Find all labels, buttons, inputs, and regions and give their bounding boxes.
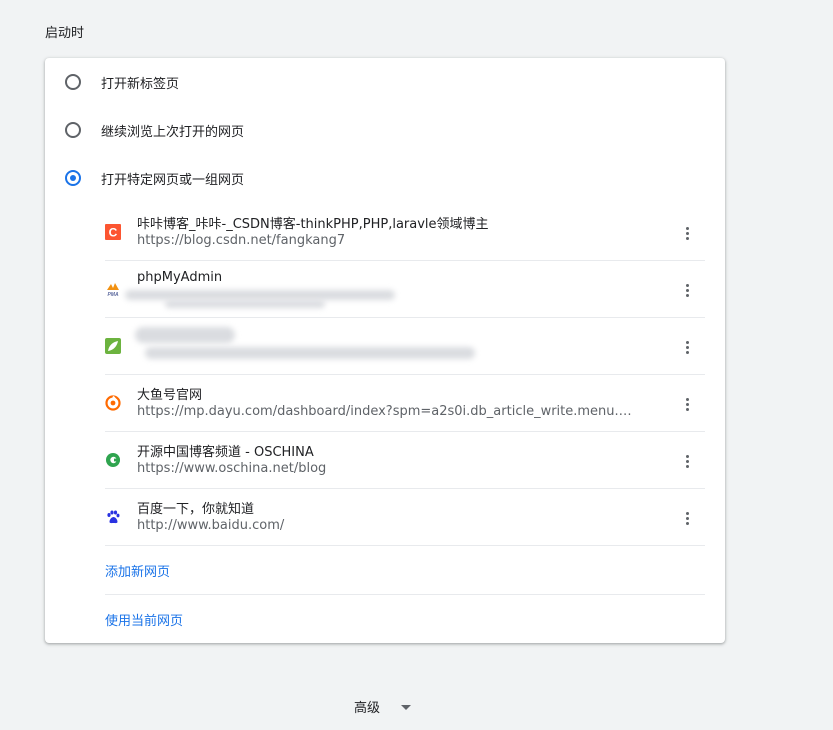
page-title: 百度一下，你就知道 (137, 502, 255, 517)
more-vert-icon[interactable] (675, 506, 699, 530)
green-leaf-icon (105, 338, 121, 354)
redacted-blur (145, 347, 475, 359)
radio-label: 打开新标签页 (101, 77, 180, 92)
radio-option-continue[interactable]: 继续浏览上次打开的网页 (45, 118, 725, 142)
radio-label: 打开特定网页或一组网页 (101, 173, 245, 188)
more-vert-icon[interactable] (675, 335, 699, 359)
arrow-drop-down-icon[interactable] (401, 705, 411, 710)
startup-page-row: 百度一下，你就知道 http://www.baidu.com/ (105, 488, 705, 546)
page-title: phpMyAdmin (137, 270, 223, 285)
use-current-row: 使用当前网页 (105, 595, 705, 643)
more-vert-icon[interactable] (675, 392, 699, 416)
redacted-blur (135, 327, 235, 343)
page-title: 开源中国博客频道 - OSCHINA (137, 445, 314, 460)
advanced-button[interactable]: 高级 (354, 697, 380, 716)
use-current-pages-link[interactable]: 使用当前网页 (105, 610, 183, 629)
oschina-icon (105, 452, 121, 468)
more-vert-icon[interactable] (675, 449, 699, 473)
radio-option-specific-pages[interactable]: 打开特定网页或一组网页 (45, 166, 725, 190)
startup-page-row: PMA phpMyAdmin (105, 260, 705, 318)
add-page-row: 添加新网页 (105, 546, 705, 595)
startup-page-row: 开源中国博客频道 - OSCHINA https://www.oschina.n… (105, 431, 705, 489)
startup-page-row: C 咔咔博客_咔咔-_CSDN博客-thinkPHP,PHP,laravle领域… (105, 203, 705, 261)
more-vert-icon[interactable] (675, 278, 699, 302)
startup-page-row: 大鱼号官网 https://mp.dayu.com/dashboard/inde… (105, 374, 705, 432)
dayu-icon (105, 395, 121, 411)
radio-unchecked-icon[interactable] (65, 122, 81, 138)
section-title-startup: 启动时 (45, 26, 85, 41)
radio-option-new-tab[interactable]: 打开新标签页 (45, 70, 725, 94)
startup-page-row (105, 317, 705, 375)
radio-unchecked-icon[interactable] (65, 74, 81, 90)
page-url: https://blog.csdn.net/fangkang7 (137, 233, 346, 248)
redacted-blur (125, 290, 395, 300)
more-vert-icon[interactable] (675, 221, 699, 245)
csdn-icon: C (105, 224, 121, 240)
page-url: https://mp.dayu.com/dashboard/index?spm=… (137, 404, 637, 419)
svg-text:C: C (109, 226, 118, 240)
radio-checked-icon[interactable] (65, 170, 81, 186)
page-url: http://www.baidu.com/ (137, 518, 285, 533)
page-title: 咔咔博客_咔咔-_CSDN博客-thinkPHP,PHP,laravle领域博主 (137, 217, 489, 232)
page-title: 大鱼号官网 (137, 388, 203, 403)
startup-card: 打开新标签页 继续浏览上次打开的网页 打开特定网页或一组网页 C 咔咔博客_咔咔… (45, 58, 725, 643)
baidu-paw-icon (105, 509, 121, 525)
page-url: https://www.oschina.net/blog (137, 461, 327, 476)
add-new-page-link[interactable]: 添加新网页 (105, 561, 170, 580)
settings-page: 启动时 打开新标签页 继续浏览上次打开的网页 打开特定网页或一组网页 C 咔咔博… (0, 0, 833, 730)
radio-label: 继续浏览上次打开的网页 (101, 125, 245, 140)
redacted-blur (165, 300, 325, 308)
svg-text:PMA: PMA (107, 292, 119, 297)
phpmyadmin-icon: PMA (105, 281, 121, 297)
